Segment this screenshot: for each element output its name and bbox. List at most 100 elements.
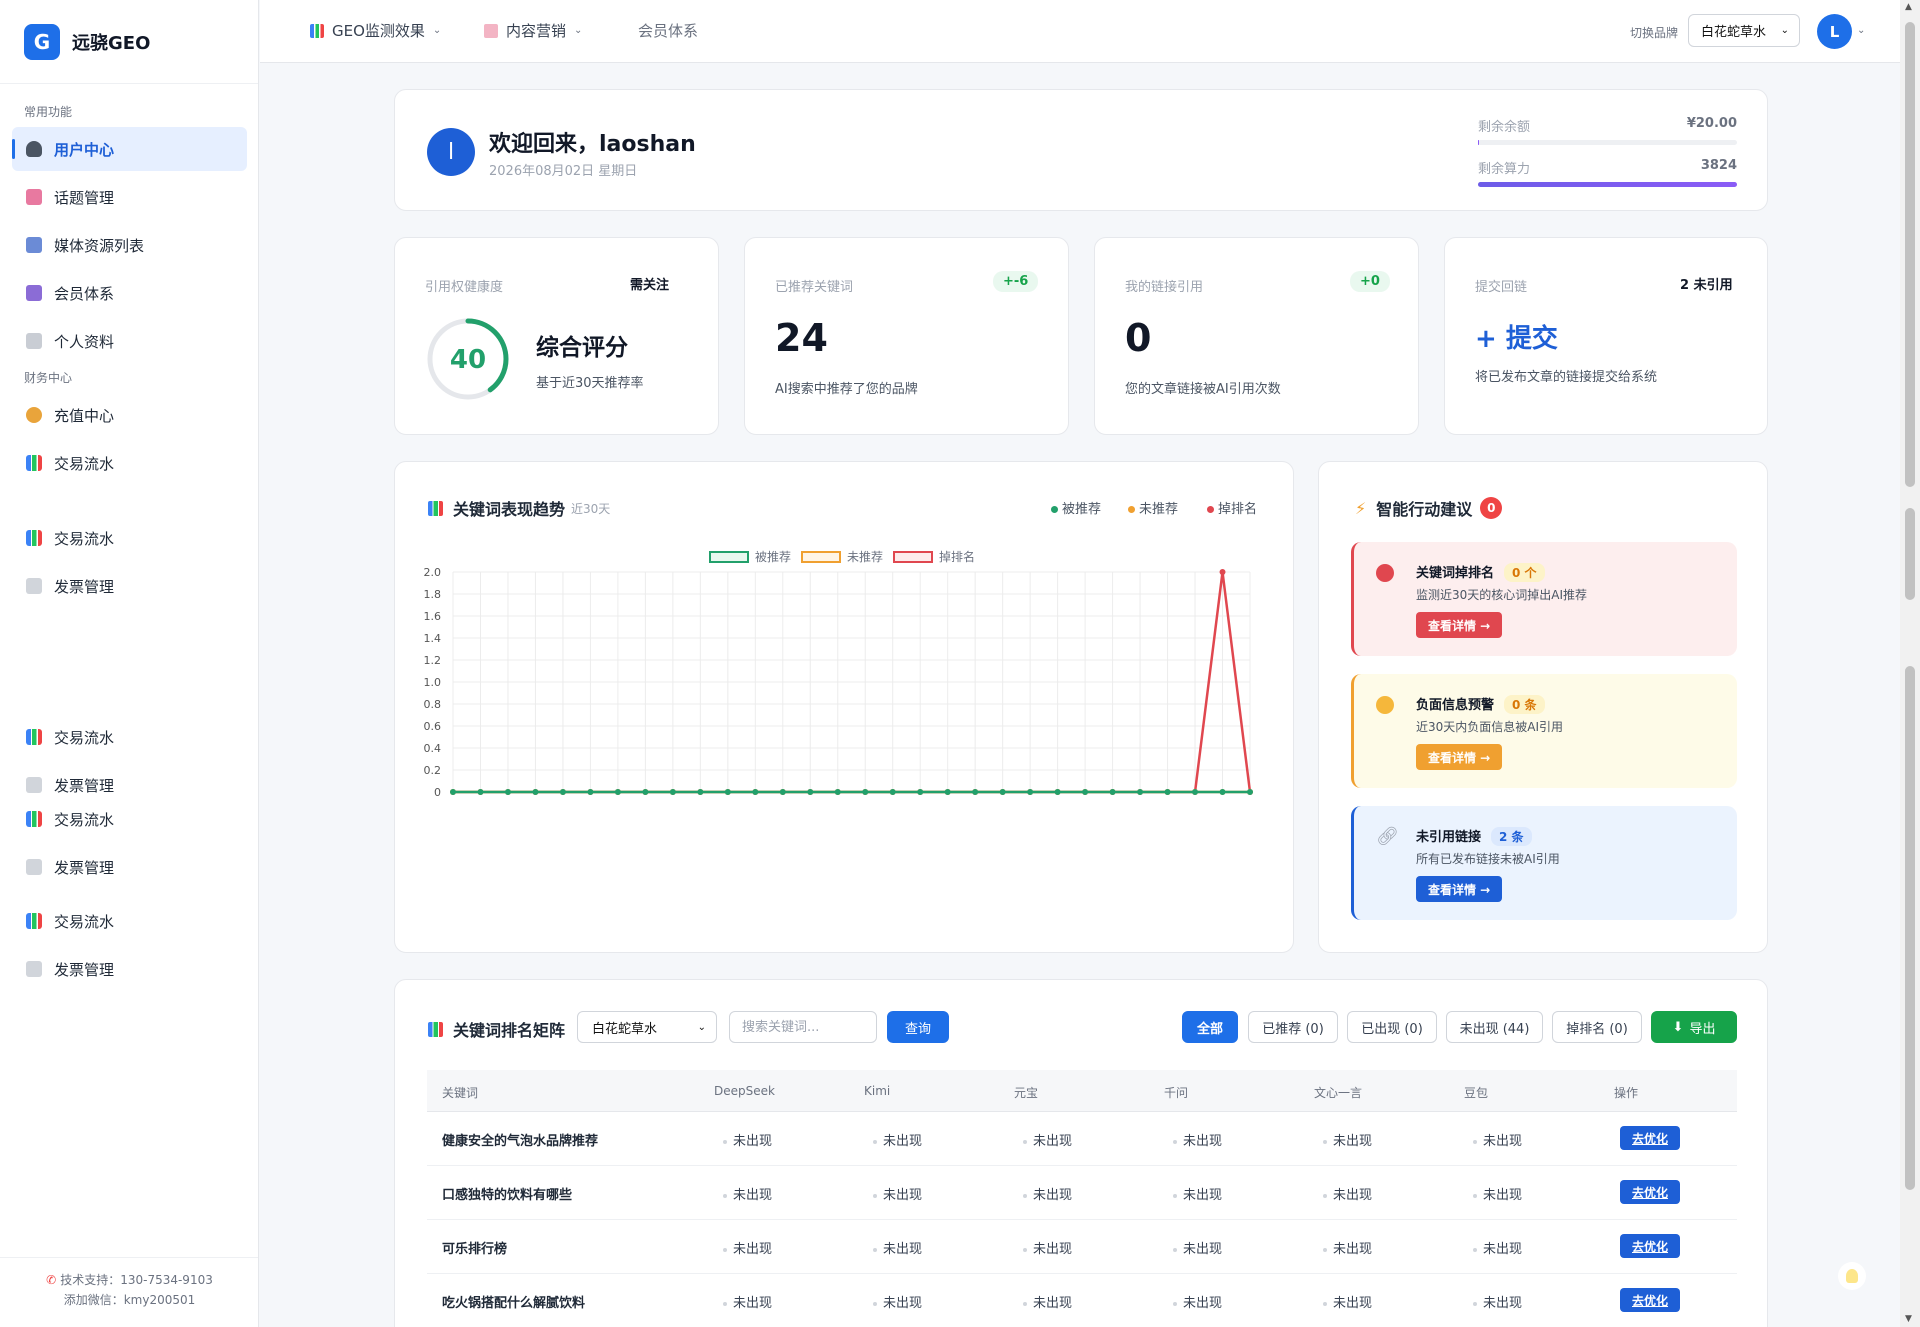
sidebar-item-topics[interactable]: 话题管理 — [12, 175, 247, 219]
topnav-geo-monitor[interactable]: GEO监测效果 ⌄ — [310, 20, 441, 41]
filter-recommended[interactable]: 已推荐 (0) — [1248, 1011, 1338, 1043]
trend-title-text: 关键词表现趋势 — [453, 500, 566, 519]
suggestion-desc: 所有已发布链接未被AI引用 — [1416, 852, 1560, 866]
topnav-vip[interactable]: 会员体系 — [638, 20, 698, 41]
series-point — [1247, 789, 1253, 795]
keywords-label: 已推荐关键词 — [775, 280, 854, 295]
submit-label: 提交回链 — [1475, 280, 1528, 295]
sidebar-item-recharge[interactable]: 充值中心 — [12, 393, 247, 437]
y-tick-label: 2.0 — [424, 566, 442, 579]
matrix-brand-value: 白花蛇草水 — [592, 1021, 658, 1037]
sidebar-item-invoices[interactable]: 发票管理 — [12, 947, 247, 991]
health-tag: 需关注 — [630, 278, 670, 293]
series-point — [972, 789, 979, 795]
chevron-down-icon[interactable]: ⌄ — [1857, 25, 1865, 36]
legend-label: 未推荐 — [1139, 502, 1179, 517]
column-header: 文心一言 — [1314, 1086, 1363, 1100]
sidebar-item-label: 发票管理 — [54, 858, 115, 877]
optimize-button[interactable]: 去优化 — [1620, 1288, 1681, 1312]
filter-appeared[interactable]: 已出现 (0) — [1347, 1011, 1437, 1043]
sidebar-item-label: 个人资料 — [54, 332, 115, 351]
series-point — [1219, 789, 1226, 795]
column-header: DeepSeek — [714, 1084, 775, 1098]
orange-dot-icon — [1128, 506, 1135, 513]
links-value: 0 — [1125, 316, 1152, 360]
keywords-value: 24 — [775, 316, 828, 360]
sidebar-item-label: 会员体系 — [54, 284, 115, 303]
warning-icon — [1376, 696, 1394, 714]
table-row: 吃火锅搭配什么解腻饮料 未出现 未出现 未出现 未出现 未出现 未出现 去优化 — [427, 1274, 1737, 1327]
matrix-brand-select[interactable]: 白花蛇草水 ⌄ — [577, 1011, 717, 1043]
view-details-button[interactable]: 查看详情 → — [1416, 876, 1503, 902]
series-point — [1137, 789, 1144, 795]
health-label: 引用权健康度 — [425, 280, 504, 295]
keywords-card: 已推荐关键词 +-6 24 AI搜索中推荐了您的品牌 — [744, 237, 1069, 435]
series-point — [889, 789, 896, 795]
green-dot-icon — [1051, 506, 1058, 513]
sidebar-item-label: 用户中心 — [54, 140, 115, 159]
export-button[interactable]: ⬇ 导出 — [1651, 1011, 1737, 1043]
sidebar-item-profile[interactable]: 个人资料 — [12, 319, 247, 363]
filter-not-appeared[interactable]: 未出现 (44) — [1446, 1011, 1543, 1043]
alert-icon — [1376, 564, 1394, 582]
topnav-content-marketing[interactable]: 内容营销 ⌄ — [484, 20, 582, 41]
series-point — [504, 789, 511, 795]
status-cell: 未出现 — [1323, 1292, 1372, 1311]
submit-button[interactable]: + 提交 — [1475, 318, 1558, 355]
y-tick-label: 1.6 — [424, 610, 442, 623]
sidebar-item-media[interactable]: 媒体资源列表 — [12, 223, 247, 267]
scroll-down-icon[interactable]: ▼ — [1905, 1314, 1912, 1324]
suggestions-title: ⚡ 智能行动建议 0 — [1355, 496, 1503, 520]
series-point — [724, 789, 731, 795]
sidebar-item-transactions[interactable]: 交易流水 — [12, 715, 247, 759]
coin-icon — [26, 407, 42, 423]
series-point — [1082, 789, 1089, 795]
sidebar-item-transactions[interactable]: 交易流水 — [12, 441, 247, 485]
y-tick-label: 1.0 — [424, 676, 442, 689]
avatar[interactable]: L — [1817, 14, 1852, 49]
sidebar-item-label: 交易流水 — [54, 912, 115, 931]
y-tick-label: 0 — [434, 786, 441, 799]
chevron-down-icon: ⌄ — [1780, 25, 1789, 36]
filter-dropped[interactable]: 掉排名 (0) — [1552, 1011, 1642, 1043]
doc-icon — [26, 859, 42, 875]
scroll-thumb[interactable] — [1905, 666, 1915, 1190]
sidebar-item-invoices[interactable]: 发票管理 — [12, 564, 247, 608]
chart-icon — [26, 913, 42, 929]
status-cell: 未出现 — [1023, 1292, 1072, 1311]
y-tick-label: 0.8 — [424, 698, 442, 711]
column-header: 豆包 — [1464, 1086, 1489, 1100]
view-details-button[interactable]: 查看详情 → — [1416, 612, 1503, 638]
optimize-button[interactable]: 去优化 — [1620, 1126, 1681, 1150]
sidebar-item-transactions[interactable]: 交易流水 — [12, 516, 247, 560]
scroll-up-icon[interactable]: ▲ — [1905, 2, 1912, 12]
series-point — [1109, 789, 1116, 795]
keyword-search-input[interactable] — [729, 1011, 877, 1043]
export-icon: ⬇ — [1672, 1019, 1684, 1035]
logo[interactable]: G 远骁GEO — [0, 0, 258, 84]
sidebar-item-transactions[interactable]: 交易流水 — [12, 899, 247, 943]
scrollbar[interactable]: ▲ ▼ — [1900, 0, 1920, 1327]
sidebar-item-invoices[interactable]: 发票管理 — [12, 845, 247, 889]
lightbulb-icon[interactable] — [1838, 1262, 1866, 1290]
scroll-thumb[interactable] — [1905, 508, 1915, 600]
pen-icon — [26, 333, 42, 349]
status-cell: 未出现 — [1323, 1130, 1372, 1149]
sidebar-item-vip[interactable]: 会员体系 — [12, 271, 247, 315]
sidebar-item-transactions[interactable]: 交易流水 — [12, 797, 247, 841]
brand-select[interactable]: 白花蛇草水 ⌄ — [1688, 14, 1800, 47]
status-cell: 未出现 — [1473, 1184, 1522, 1203]
optimize-button[interactable]: 去优化 — [1620, 1180, 1681, 1204]
series-point — [559, 789, 566, 795]
view-details-button[interactable]: 查看详情 → — [1416, 744, 1503, 770]
status-cell: 未出现 — [1323, 1238, 1372, 1257]
scroll-thumb[interactable] — [1905, 22, 1915, 487]
status-cell: 未出现 — [873, 1184, 922, 1203]
series-point — [1192, 789, 1199, 795]
suggestion-count: 2 条 — [1491, 827, 1532, 846]
query-button[interactable]: 查询 — [887, 1011, 949, 1043]
filter-all[interactable]: 全部 — [1182, 1011, 1238, 1043]
sidebar-item-user-center[interactable]: 用户中心 — [12, 127, 247, 171]
table-row: 可乐排行榜 未出现 未出现 未出现 未出现 未出现 未出现 去优化 — [427, 1220, 1737, 1274]
optimize-button[interactable]: 去优化 — [1620, 1234, 1681, 1258]
